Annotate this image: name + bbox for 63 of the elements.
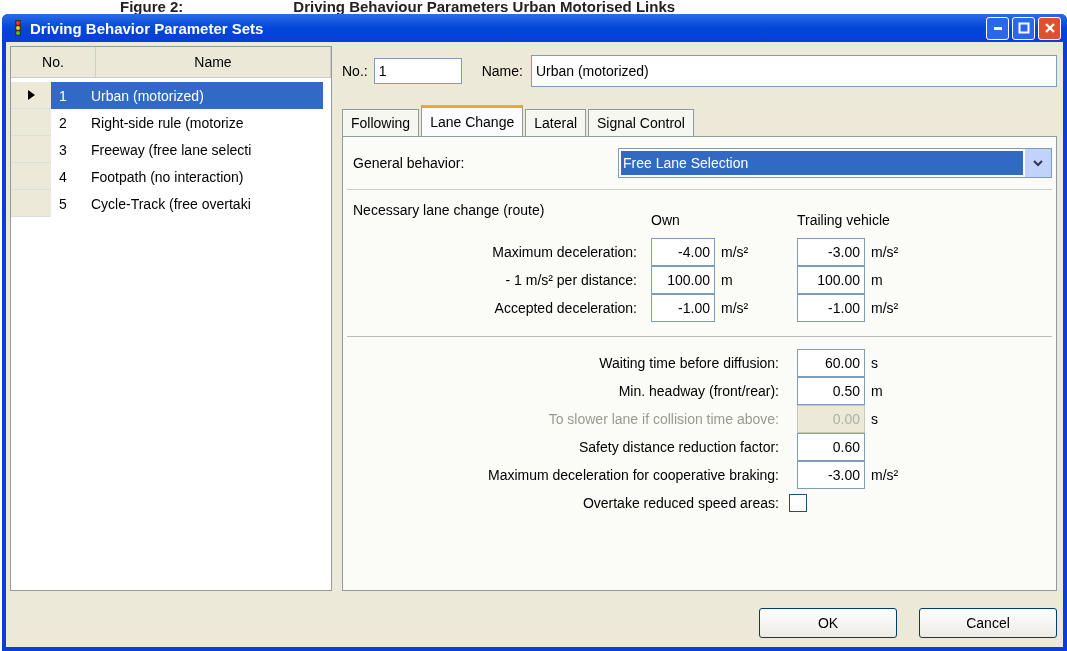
unit-label: m — [720, 272, 734, 288]
unit-label: m/s² — [870, 467, 900, 483]
list-row[interactable]: 1 Urban (motorized) — [51, 82, 323, 109]
unit-label: m — [870, 383, 884, 399]
value-field[interactable]: 0.60 — [797, 433, 865, 461]
dialog-button[interactable]: Cancel — [919, 608, 1057, 638]
value-field[interactable]: -3.00 — [797, 238, 865, 266]
maximize-icon — [1017, 22, 1030, 34]
window-title: Driving Behavior Parameter Sets — [30, 19, 265, 37]
field-label: Maximum deceleration for cooperative braking: — [486, 467, 780, 483]
unit-label: s — [870, 411, 879, 427]
tab[interactable]: Lane Change — [421, 105, 524, 136]
dialog-button[interactable]: OK — [759, 608, 897, 638]
figure-caption-label: Figure 2: — [120, 0, 184, 14]
unit-label: m/s² — [720, 244, 750, 260]
tab[interactable]: Signal Control — [588, 109, 694, 136]
list-row[interactable]: 5 Cycle-Track (free overtaki — [51, 190, 323, 217]
list-row[interactable]: 3 Freeway (free lane selecti — [51, 136, 323, 163]
close-icon — [1043, 22, 1056, 34]
traffic-light-icon — [12, 20, 24, 36]
unit-label: m — [870, 272, 884, 288]
field-label: Maximum deceleration: — [491, 244, 638, 260]
column-label: Own — [651, 211, 681, 228]
field-label: Name: — [481, 63, 523, 79]
column-header: Name — [96, 47, 331, 77]
minimize-icon — [993, 26, 1002, 30]
value-field[interactable]: -1.00 — [651, 294, 715, 322]
field-label: General behavior: — [353, 155, 465, 171]
unit-label: m/s² — [870, 300, 900, 316]
value-field[interactable]: -4.00 — [651, 238, 715, 266]
list-row[interactable]: 4 Footpath (no interaction) — [51, 163, 323, 190]
name-field[interactable]: Urban (motorized) — [530, 55, 1057, 87]
checkbox[interactable] — [789, 494, 807, 512]
section-title: Necessary lane change (route) — [352, 202, 546, 218]
unit-label: s — [870, 355, 879, 371]
tab[interactable]: Following — [342, 109, 420, 136]
unit-label: m/s² — [720, 300, 750, 316]
tab[interactable]: Lateral — [525, 109, 587, 136]
value-field[interactable]: -1.00 — [797, 294, 865, 322]
minimize-button[interactable] — [986, 16, 1009, 40]
unit-label: m/s² — [870, 244, 900, 260]
field-label: To slower lane if collision time above: — [547, 411, 780, 427]
close-button[interactable] — [1038, 16, 1061, 40]
field-label: Waiting time before diffusion: — [598, 355, 780, 371]
figure-caption-title: Driving Behaviour Parameters Urban Motorised Links — [293, 0, 676, 14]
field-label: Min. headway (front/rear): — [617, 383, 780, 399]
field-label: No.: — [342, 63, 368, 79]
field-label: - 1 m/s² per distance: — [504, 272, 638, 288]
value-field[interactable]: 100.00 — [797, 266, 865, 294]
field-label: Accepted deceleration: — [493, 300, 638, 316]
value-field[interactable]: 60.00 — [797, 349, 865, 377]
maximize-button[interactable] — [1012, 16, 1035, 40]
column-label: Trailing vehicle — [797, 211, 890, 228]
column-header: No. — [11, 47, 96, 77]
list-row[interactable]: 2 Right-side rule (motorize — [51, 109, 323, 136]
field-label: Safety distance reduction factor: — [578, 439, 780, 455]
field-label: Overtake reduced speed areas: — [581, 495, 780, 511]
row-pointer-icon[interactable] — [11, 82, 51, 109]
value-field[interactable]: 0.50 — [797, 377, 865, 405]
behavior-dropdown[interactable]: Free Lane Selection — [618, 148, 1052, 178]
number-field[interactable]: 1 — [373, 58, 462, 84]
value-field[interactable]: -3.00 — [797, 461, 865, 489]
value-field[interactable]: 100.00 — [651, 266, 715, 294]
